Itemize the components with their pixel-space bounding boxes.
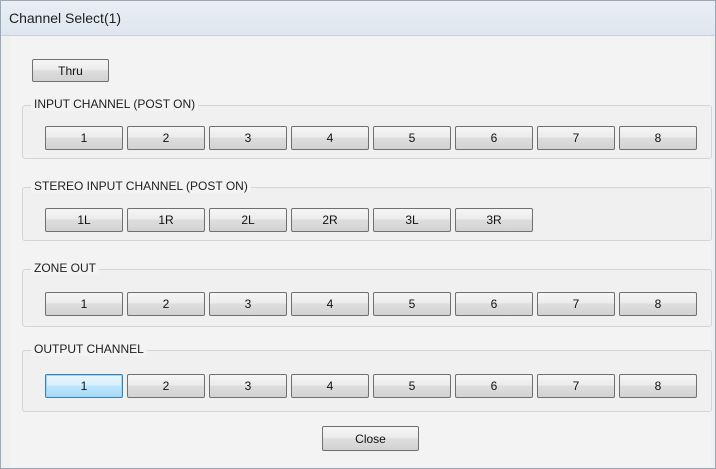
stereo-input-channel-label: STEREO INPUT CHANNEL (POST ON)	[31, 179, 251, 193]
stereo-input-button-2l[interactable]: 2L	[209, 208, 287, 232]
zone-out-button-4[interactable]: 4	[291, 292, 369, 316]
output-channel-button-8[interactable]: 8	[619, 374, 697, 398]
output-channel-button-1[interactable]: 1	[45, 374, 123, 398]
zone-out-button-2[interactable]: 2	[127, 292, 205, 316]
output-channel-button-4[interactable]: 4	[291, 374, 369, 398]
output-channel-button-5[interactable]: 5	[373, 374, 451, 398]
input-channel-button-1[interactable]: 1	[45, 126, 123, 150]
zone-out-button-3[interactable]: 3	[209, 292, 287, 316]
input-channel-button-8[interactable]: 8	[619, 126, 697, 150]
zone-out-label: ZONE OUT	[31, 261, 99, 275]
input-channel-button-6[interactable]: 6	[455, 126, 533, 150]
channel-select-window: Channel Select(1) Thru INPUT CHANNEL (PO…	[0, 0, 716, 469]
title-bar[interactable]: Channel Select(1)	[1, 1, 715, 36]
input-channel-button-2[interactable]: 2	[127, 126, 205, 150]
zone-out-button-1[interactable]: 1	[45, 292, 123, 316]
output-channel-button-3[interactable]: 3	[209, 374, 287, 398]
zone-out-button-7[interactable]: 7	[537, 292, 615, 316]
zone-out-button-6[interactable]: 6	[455, 292, 533, 316]
stereo-input-button-2r[interactable]: 2R	[291, 208, 369, 232]
stereo-input-button-1l[interactable]: 1L	[45, 208, 123, 232]
output-channel-button-6[interactable]: 6	[455, 374, 533, 398]
input-channel-button-3[interactable]: 3	[209, 126, 287, 150]
stereo-input-button-1r[interactable]: 1R	[127, 208, 205, 232]
input-channel-button-5[interactable]: 5	[373, 126, 451, 150]
input-channel-label: INPUT CHANNEL (POST ON)	[31, 97, 199, 111]
output-channel-label: OUTPUT CHANNEL	[31, 342, 147, 356]
window-title: Channel Select(1)	[9, 10, 122, 26]
thru-button[interactable]: Thru	[32, 59, 109, 82]
output-channel-button-2[interactable]: 2	[127, 374, 205, 398]
output-channel-button-7[interactable]: 7	[537, 374, 615, 398]
close-button[interactable]: Close	[322, 426, 419, 451]
zone-out-button-5[interactable]: 5	[373, 292, 451, 316]
input-channel-button-7[interactable]: 7	[537, 126, 615, 150]
stereo-input-button-3l[interactable]: 3L	[373, 208, 451, 232]
stereo-input-button-3r[interactable]: 3R	[455, 208, 533, 232]
input-channel-button-4[interactable]: 4	[291, 126, 369, 150]
zone-out-button-8[interactable]: 8	[619, 292, 697, 316]
